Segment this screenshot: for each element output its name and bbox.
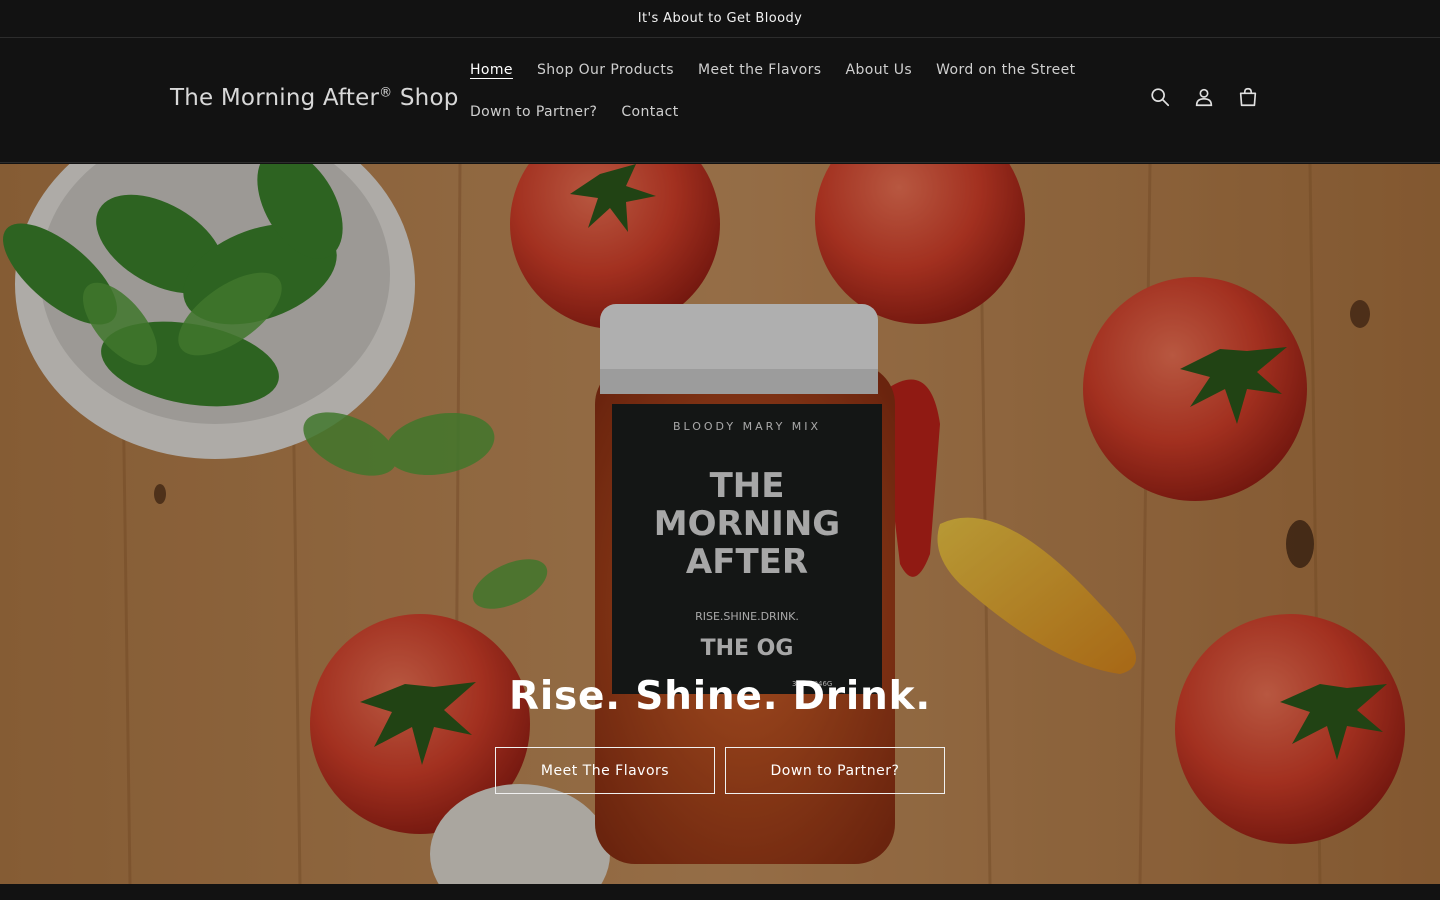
nav-item-home[interactable]: Home (458, 59, 525, 81)
site-header: The Morning After® Shop Home Shop Our Pr… (0, 39, 1440, 163)
header-icons (1148, 85, 1260, 109)
page-bottom-strip (0, 884, 1440, 900)
nav-item-meet-the-flavors[interactable]: Meet the Flavors (686, 59, 834, 81)
nav-item-contact[interactable]: Contact (609, 101, 690, 123)
hero-overlay (0, 164, 1440, 884)
nav-item-about-us[interactable]: About Us (833, 59, 924, 81)
search-icon[interactable] (1148, 85, 1172, 109)
logo-text: The Morning After (170, 85, 380, 111)
announcement-text: It's About to Get Bloody (637, 11, 803, 26)
cart-icon[interactable] (1236, 85, 1260, 109)
hero-title: Rise. Shine. Drink. (509, 674, 931, 719)
account-icon[interactable] (1192, 85, 1216, 109)
site-logo[interactable]: The Morning After® Shop (170, 85, 459, 111)
main-navigation: Home Shop Our Products Meet the Flavors … (458, 59, 1098, 123)
nav-item-word-on-the-street[interactable]: Word on the Street (924, 59, 1088, 81)
down-to-partner-button[interactable]: Down to Partner? (725, 747, 945, 794)
logo-suffix: Shop (392, 85, 459, 111)
announcement-bar: It's About to Get Bloody (0, 0, 1440, 38)
nav-item-down-to-partner[interactable]: Down to Partner? (458, 101, 609, 123)
nav-item-shop-our-products[interactable]: Shop Our Products (525, 59, 686, 81)
hero-banner: BLOODY MARY MIX THE MORNING AFTER RISE.S… (0, 164, 1440, 884)
logo-registered-mark: ® (379, 85, 393, 101)
meet-the-flavors-button[interactable]: Meet The Flavors (495, 747, 715, 794)
